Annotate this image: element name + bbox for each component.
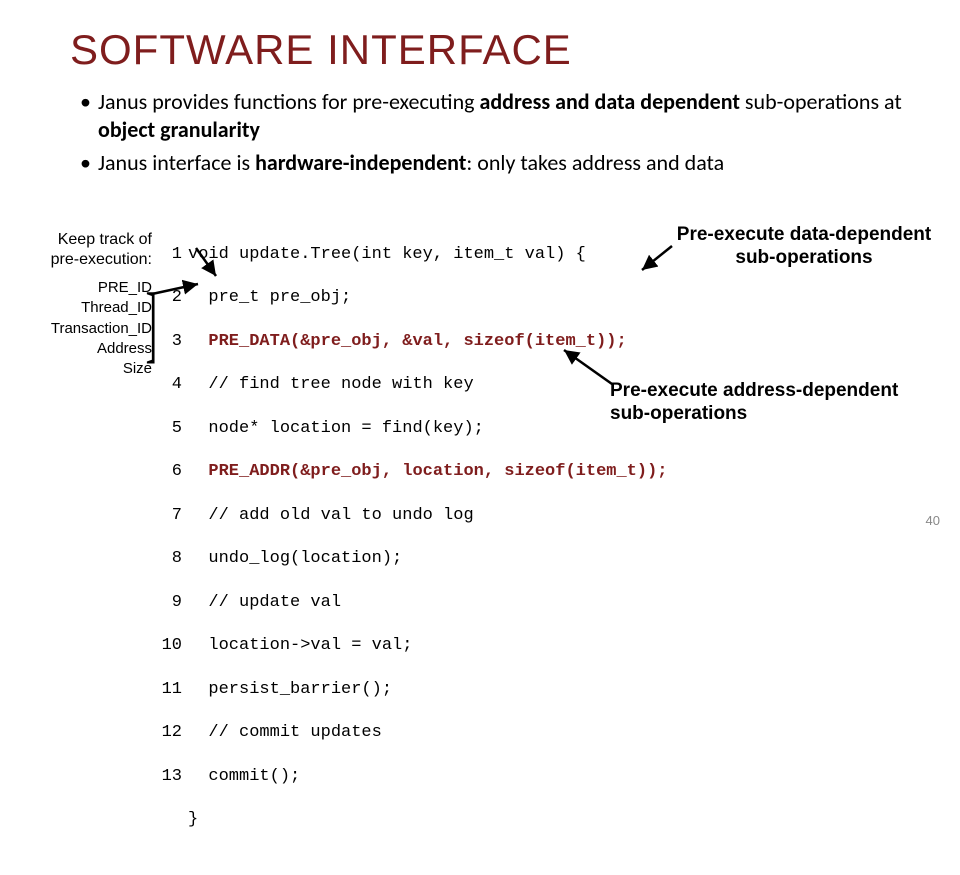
line-number: 9 <box>156 592 182 614</box>
line-number: 7 <box>156 505 182 527</box>
code-line: void update.Tree(int key, item_t val) { <box>188 245 586 264</box>
line-number: 8 <box>156 548 182 570</box>
code-line-highlight: PRE_ADDR(&pre_obj, location, sizeof(item… <box>208 462 667 481</box>
field-size: Size <box>2 359 152 379</box>
left-label-1: Keep track of <box>2 230 152 250</box>
field-transaction-id: Transaction_ID <box>2 319 152 339</box>
code-line: undo_log(location); <box>208 549 402 568</box>
field-address: Address <box>2 339 152 359</box>
code-listing: 1 void update.Tree(int key, item_t val) {… <box>156 222 667 875</box>
page-number: 40 <box>926 513 940 528</box>
code-line: commit(); <box>208 767 300 786</box>
code-line: // update val <box>208 593 341 612</box>
code-line: } <box>188 810 198 829</box>
bullet-2: Janus interface is hardware-independent:… <box>80 149 920 177</box>
code-line: // find tree node with key <box>208 375 473 394</box>
struct-fields: PRE_ID Thread_ID Transaction_ID Address … <box>2 278 152 379</box>
line-number: 4 <box>156 374 182 396</box>
bullet-1: Janus provides functions for pre-executi… <box>80 88 920 143</box>
bullet-list: Janus provides functions for pre-executi… <box>80 88 920 177</box>
code-line: // commit updates <box>208 723 381 742</box>
arrow-icon <box>638 242 678 281</box>
code-line: pre_t pre_obj; <box>208 288 351 307</box>
field-pre-id: PRE_ID <box>2 278 152 298</box>
callout-data-dependent: Pre-execute data-dependent sub-operation… <box>654 224 954 270</box>
arrow-icon <box>150 280 206 305</box>
arrow-icon <box>558 346 618 395</box>
line-number: 6 <box>156 461 182 483</box>
line-number: 10 <box>156 635 182 657</box>
line-number: 11 <box>156 679 182 701</box>
code-line: // add old val to undo log <box>208 506 473 525</box>
left-annotation: Keep track of pre-execution: PRE_ID Thre… <box>2 230 152 379</box>
slide-title: SOFTWARE INTERFACE <box>70 26 920 74</box>
callout-address-dependent: Pre-execute address-dependent sub-operat… <box>610 380 950 426</box>
line-number: 1 <box>156 244 182 266</box>
code-line: node* location = find(key); <box>208 419 483 438</box>
line-number: 5 <box>156 418 182 440</box>
field-thread-id: Thread_ID <box>2 298 152 318</box>
code-line: location->val = val; <box>208 636 412 655</box>
code-line: persist_barrier(); <box>208 680 392 699</box>
left-label-2: pre-execution: <box>2 250 152 270</box>
line-number: 12 <box>156 722 182 744</box>
line-number: 3 <box>156 331 182 353</box>
line-number: 13 <box>156 766 182 788</box>
